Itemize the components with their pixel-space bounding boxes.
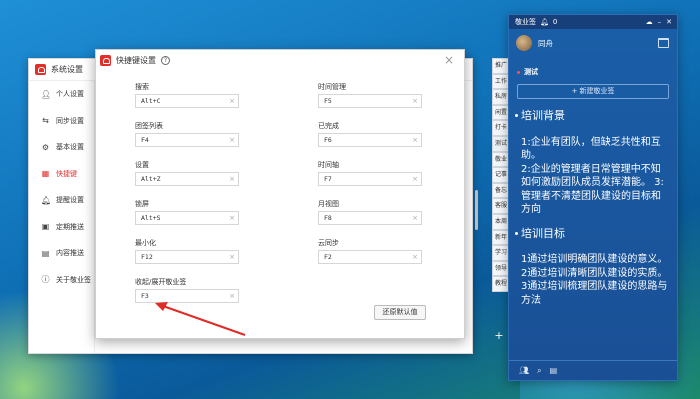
calendar-icon[interactable]: [658, 38, 669, 48]
section-dot-icon: [517, 70, 520, 74]
panel-app-name: 敬业签: [515, 18, 536, 26]
note-body: 1通过培训明确团队建设的意义。 2通过培训清晰团队建设的实质。 3通过培训梳理团…: [521, 254, 668, 306]
minimize-icon[interactable]: –: [658, 18, 662, 26]
cloud-icon[interactable]: ☁︎: [646, 18, 653, 26]
section-header: 测试: [509, 67, 677, 77]
note-panel: 敬业签 🔔︎ 0 ☁︎ – ✕ 同舟 测试 + 新建敬业签 培训背景 1:企业有…: [508, 14, 678, 381]
search-icon[interactable]: ⌕: [537, 366, 541, 376]
note-item[interactable]: 培训背景 1:企业有团队，但缺乏共性和互助。 2:企业的管理者日常管理中不知如何…: [515, 109, 669, 213]
note-bullet-icon: [515, 231, 518, 235]
section-label: 测试: [524, 68, 538, 76]
panel-header: 敬业签 🔔︎ 0 ☁︎ – ✕: [509, 15, 677, 29]
note-title: 培训目标: [521, 226, 565, 240]
note-title: 培训背景: [521, 109, 565, 122]
note-bullet-icon: [515, 114, 518, 117]
bell-icon[interactable]: 🔔︎: [540, 18, 549, 26]
user-name: 同舟: [538, 38, 553, 48]
contacts-icon[interactable]: 👥︎: [519, 366, 529, 375]
note-item[interactable]: 培训目标 1通过培训明确团队建设的意义。 2通过培训清晰团队建设的实质。 3通过…: [515, 226, 669, 309]
panel-footer: 👥︎ ⌕ ▤: [509, 360, 677, 380]
user-bar: 同舟: [509, 29, 677, 57]
notification-count: 0: [552, 18, 558, 26]
avatar[interactable]: [516, 35, 532, 51]
add-tab-icon[interactable]: +: [492, 329, 506, 343]
message-icon[interactable]: ▤: [550, 366, 558, 375]
close-icon[interactable]: ✕: [666, 18, 672, 26]
note-body: 1:企业有团队，但缺乏共性和互助。 2:企业的管理者日常管理中不知如何激励团队成…: [521, 136, 664, 213]
new-note-button[interactable]: + 新建敬业签: [517, 84, 669, 99]
